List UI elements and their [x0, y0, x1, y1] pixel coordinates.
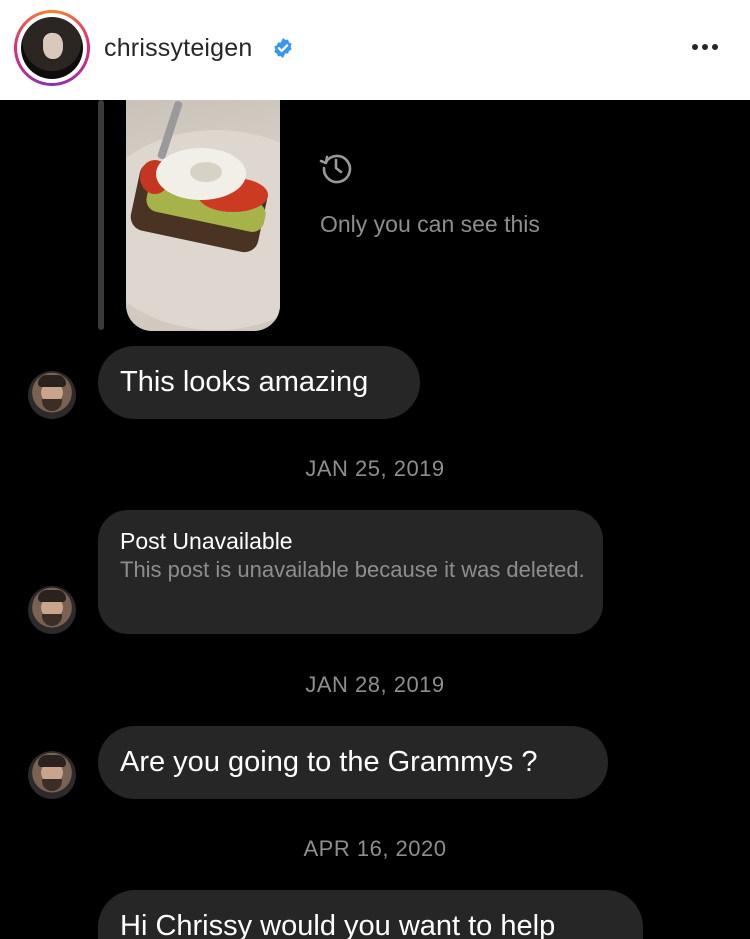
date-separator: APR 16, 2020	[303, 836, 447, 861]
post-unavailable-bubble[interactable]: Post Unavailable This post is unavailabl…	[98, 510, 603, 634]
dot	[702, 44, 708, 50]
profile-avatar[interactable]	[14, 10, 90, 86]
avatar-beard	[42, 614, 62, 626]
avatar-photo	[21, 17, 83, 79]
more-options-icon[interactable]	[688, 30, 722, 64]
dot	[692, 44, 698, 50]
avatar-inner-border	[17, 13, 87, 83]
sender-avatar[interactable]	[28, 751, 76, 799]
verified-badge-icon	[274, 37, 292, 59]
dot	[712, 44, 718, 50]
profile-username[interactable]: chrissyteigen	[104, 34, 253, 63]
message-text: Are you going to the Grammys ?	[120, 746, 538, 778]
date-separator: JAN 28, 2019	[305, 672, 445, 697]
message-bubble[interactable]: This looks amazing	[98, 346, 420, 419]
dm-thread-screen: chrissyteigen Only you can see this This…	[0, 0, 750, 939]
message-text: Hi Chrissy would you want to help	[120, 910, 556, 939]
thread-header: chrissyteigen	[0, 0, 750, 100]
avatar-hair	[38, 755, 66, 767]
history-icon	[319, 154, 352, 184]
avatar-beard	[42, 779, 62, 791]
sender-avatar[interactable]	[28, 586, 76, 634]
reply-quote-bar	[98, 100, 104, 330]
visibility-notice: Only you can see this	[320, 211, 540, 237]
avatar-beard	[42, 399, 62, 411]
message-bubble[interactable]: Hi Chrissy would you want to help	[98, 890, 643, 939]
post-unavailable-subtitle: This post is unavailable because it was …	[120, 557, 585, 582]
message-bubble[interactable]: Are you going to the Grammys ?	[98, 726, 608, 799]
yolk-shape	[190, 162, 222, 182]
avatar-hair	[38, 375, 66, 387]
shared-story-image[interactable]	[126, 100, 280, 331]
avatar-hair	[38, 590, 66, 602]
date-separator: JAN 25, 2019	[305, 456, 445, 481]
sender-avatar[interactable]	[28, 371, 76, 419]
post-unavailable-title: Post Unavailable	[120, 528, 293, 554]
message-text: This looks amazing	[120, 366, 369, 398]
avatar-face	[43, 33, 63, 59]
